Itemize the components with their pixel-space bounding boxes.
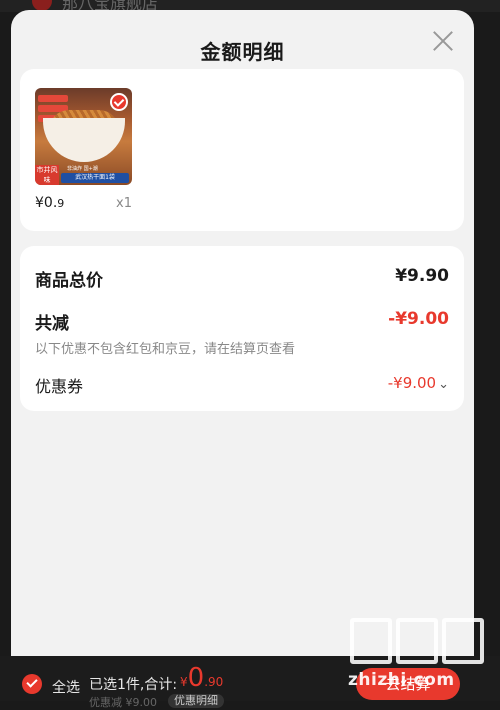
close-icon[interactable] <box>430 28 456 54</box>
brand-tag: 市井风味 <box>35 165 59 185</box>
product-quantity: x1 <box>116 196 132 211</box>
product-card: 市井风味 非油炸 国+潮 武汉热干面1袋 ¥0.9 x1 <box>20 69 464 231</box>
checkout-button[interactable]: 去结算 <box>356 668 460 700</box>
total-value: ¥9.90 <box>395 266 449 286</box>
bowl-graphic <box>43 118 125 162</box>
total-label: 商品总价 <box>35 271 103 291</box>
reduce-value: -¥9.00 <box>388 309 449 329</box>
total-price: ¥0.90 <box>180 663 224 693</box>
selected-info: 已选1件,合计: <box>89 677 178 693</box>
sheet-title: 金额明细 <box>200 40 285 64</box>
select-all-check-icon[interactable] <box>22 674 42 694</box>
discount-subtext: 优惠减 ¥9.00 <box>89 696 157 709</box>
coupon-row-toggle[interactable]: -¥9.00 ⌄ <box>388 374 449 392</box>
amount-detail-sheet: 金额明细 市井风味 非油炸 国+潮 武汉热干面1袋 ¥0.9 x1 商品总价 ¥… <box>11 10 474 656</box>
product-price: ¥0.9 <box>35 195 65 211</box>
product-name-tag: 武汉热干面1袋 <box>61 173 129 183</box>
reduce-note: 以下优惠不包含红包和京豆，请在结算页查看 <box>35 342 296 357</box>
product-subtag: 非油炸 国+潮 <box>67 166 98 172</box>
coupon-label: 优惠券 <box>35 377 84 396</box>
coupon-value: -¥9.00 <box>387 374 437 392</box>
discount-detail-button[interactable]: 优惠明细 <box>168 694 224 708</box>
product-image[interactable]: 市井风味 非油炸 国+潮 武汉热干面1袋 <box>35 88 132 185</box>
selected-check-icon[interactable] <box>110 93 128 111</box>
cart-bottom-bar: 全选 已选1件,合计: ¥0.90 优惠减 ¥9.00 优惠明细 去结算 <box>0 656 500 709</box>
chevron-down-icon: ⌄ <box>438 377 449 392</box>
summary-card: 商品总价 ¥9.90 共减 -¥9.00 以下优惠不包含红包和京豆，请在结算页查… <box>20 246 464 411</box>
select-all-label[interactable]: 全选 <box>52 677 80 697</box>
reduce-label: 共减 <box>35 314 69 334</box>
